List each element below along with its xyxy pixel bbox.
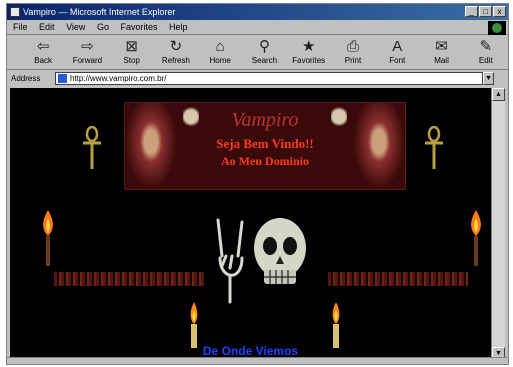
site-brand: Vampiro bbox=[231, 109, 299, 131]
candle-right-icon bbox=[332, 302, 340, 348]
print-button[interactable]: ⎙ Print bbox=[331, 36, 375, 70]
browser-logo-icon bbox=[488, 21, 506, 35]
ankh-left-icon bbox=[83, 126, 101, 169]
skull-portrait-right bbox=[353, 103, 405, 189]
torch-right-icon bbox=[471, 210, 481, 266]
ornament-divider-left bbox=[54, 272, 204, 286]
forward-button[interactable]: ⇨ Forward bbox=[65, 36, 109, 70]
where-we-came-from-link[interactable]: De Onde Viemos bbox=[10, 344, 491, 358]
toolbar: ⇦ Back ⇨ Forward ⊠ Stop ↻ Refresh ⌂ Home ⚲ Sea… bbox=[7, 36, 508, 70]
address-input[interactable]: http://www.vampiro.com.br/ bbox=[55, 72, 483, 85]
refresh-button[interactable]: ↻ Refresh bbox=[154, 36, 198, 70]
candle-left-icon bbox=[190, 302, 198, 348]
menu-bar: File Edit View Go Favorites Help bbox=[7, 20, 508, 35]
refresh-icon: ↻ bbox=[169, 38, 183, 55]
back-button[interactable]: ⇦ Back bbox=[21, 36, 65, 70]
search-button[interactable]: ⚲ Search bbox=[242, 36, 286, 70]
banner-text: Vampiro Seja Bem Vindo!! Ao Meu Dominio bbox=[177, 103, 353, 189]
font-icon: A bbox=[392, 38, 403, 55]
mail-icon: ✉ bbox=[435, 38, 448, 55]
vertical-scrollbar[interactable]: ▲ ▼ bbox=[491, 88, 505, 360]
menu-help[interactable]: Help bbox=[169, 22, 188, 32]
print-icon: ⎙ bbox=[346, 38, 359, 55]
scroll-up-button[interactable]: ▲ bbox=[492, 88, 505, 101]
edit-icon: ✎ bbox=[479, 38, 493, 55]
mail-button[interactable]: ✉ Mail bbox=[419, 36, 463, 70]
page-content: Vampiro Seja Bem Vindo!! Ao Meu Dominio bbox=[10, 88, 491, 360]
ornament-divider-right bbox=[328, 272, 468, 286]
skull-portrait-left bbox=[125, 103, 177, 189]
menu-edit[interactable]: Edit bbox=[39, 22, 55, 32]
welcome-text: Seja Bem Vindo!! bbox=[216, 136, 314, 151]
address-dropdown-button[interactable]: ▼ bbox=[483, 72, 494, 85]
edit-button[interactable]: ✎ Edit bbox=[464, 36, 508, 70]
forward-arrow-icon: ⇨ bbox=[81, 38, 94, 55]
minimize-button[interactable]: _ bbox=[465, 6, 478, 17]
menu-view[interactable]: View bbox=[66, 22, 85, 32]
page-icon bbox=[58, 74, 67, 83]
search-icon: ⚲ bbox=[258, 38, 270, 55]
menu-favorites[interactable]: Favorites bbox=[120, 22, 157, 32]
status-bar bbox=[7, 357, 508, 364]
browser-window: Vampiro — Microsoft Internet Explorer _ … bbox=[6, 3, 509, 365]
window-title: Vampiro — Microsoft Internet Explorer bbox=[23, 7, 176, 17]
maximize-button[interactable]: □ bbox=[479, 6, 492, 17]
welcome-banner: Vampiro Seja Bem Vindo!! Ao Meu Dominio bbox=[124, 102, 406, 190]
address-bar: Address http://www.vampiro.com.br/ ▼ bbox=[7, 71, 508, 86]
home-icon: ⌂ bbox=[215, 38, 225, 55]
menu-go[interactable]: Go bbox=[97, 22, 109, 32]
torch-left-icon bbox=[43, 210, 53, 266]
favorites-icon: ★ bbox=[302, 38, 316, 55]
address-value: http://www.vampiro.com.br/ bbox=[70, 74, 167, 83]
favorites-button[interactable]: ★ Favorites bbox=[287, 36, 331, 70]
font-button[interactable]: A Font bbox=[375, 36, 419, 70]
skeleton-hand-skull-icon bbox=[216, 218, 306, 304]
domain-text: Ao Meu Dominio bbox=[221, 154, 309, 168]
address-label: Address bbox=[11, 74, 41, 83]
menu-file[interactable]: File bbox=[13, 22, 28, 32]
title-bar: Vampiro — Microsoft Internet Explorer _ … bbox=[7, 4, 508, 20]
back-arrow-icon: ⇦ bbox=[36, 38, 50, 55]
app-icon bbox=[10, 7, 20, 17]
ankh-right-icon bbox=[425, 126, 443, 169]
close-button[interactable]: x bbox=[493, 6, 506, 17]
stop-icon: ⊠ bbox=[125, 38, 138, 55]
home-button[interactable]: ⌂ Home bbox=[198, 36, 242, 70]
stop-button[interactable]: ⊠ Stop bbox=[110, 36, 154, 70]
